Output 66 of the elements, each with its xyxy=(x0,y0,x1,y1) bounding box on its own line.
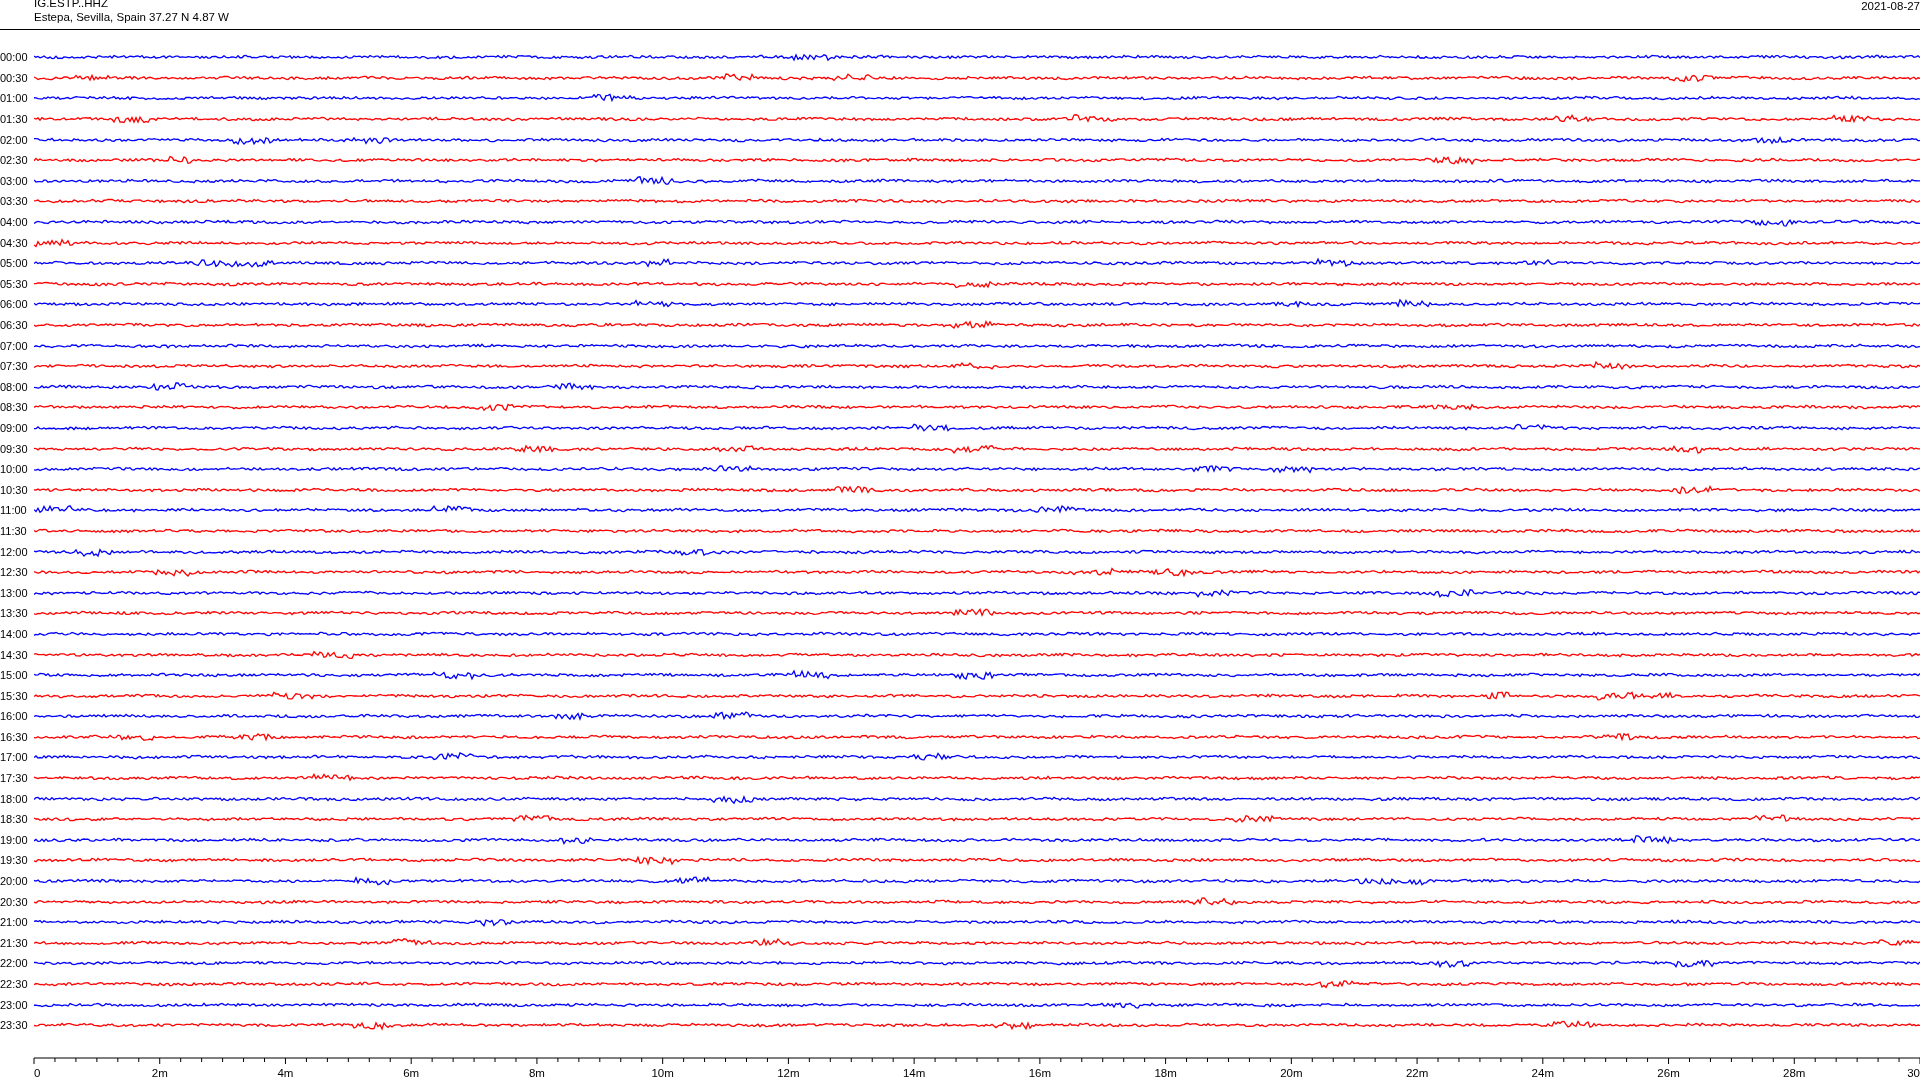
time-label: 16:30 xyxy=(0,730,29,743)
time-label: 08:30 xyxy=(0,401,29,414)
time-label: 17:30 xyxy=(0,772,29,785)
time-label: 18:30 xyxy=(0,813,29,826)
time-label: 18:00 xyxy=(0,792,29,805)
time-label: 06:30 xyxy=(0,319,29,331)
axis-tick-label: 8m xyxy=(528,1066,545,1079)
time-label: 19:30 xyxy=(0,854,29,867)
time-label: 09:30 xyxy=(0,442,29,455)
axis-tick-label: 16m xyxy=(1028,1066,1052,1079)
time-label: 02:30 xyxy=(0,154,29,167)
time-label: 21:30 xyxy=(0,936,29,949)
time-label: 22:30 xyxy=(0,978,29,990)
time-label: 14:00 xyxy=(0,627,29,640)
time-label: 00:00 xyxy=(0,51,29,64)
time-label: 04:00 xyxy=(0,216,29,229)
axis-tick-label: 26m xyxy=(1657,1066,1680,1079)
time-label: 20:30 xyxy=(0,895,29,908)
time-label: 05:00 xyxy=(0,257,29,270)
axis-tick-label: 2m xyxy=(151,1066,168,1079)
time-label: 03:00 xyxy=(0,174,29,187)
axis-tick-label: 4m xyxy=(277,1066,294,1079)
time-label: 02:00 xyxy=(0,133,29,146)
time-label: 11:00 xyxy=(0,504,28,517)
time-label: 04:30 xyxy=(0,236,29,249)
time-label: 06:00 xyxy=(0,298,29,311)
time-label: 19:00 xyxy=(0,833,29,846)
axis-tick-label: 24m xyxy=(1531,1066,1554,1079)
time-label: 09:00 xyxy=(0,422,29,434)
time-label: 15:00 xyxy=(0,669,29,682)
axis-tick-label: 20m xyxy=(1280,1066,1303,1079)
time-label: 01:30 xyxy=(0,113,29,126)
time-label: 10:30 xyxy=(0,483,29,496)
axis-tick-label: 12m xyxy=(777,1066,800,1079)
station-location: Estepa, Sevilla, Spain 37.27 N 4.87 W xyxy=(34,10,229,24)
time-label: 13:00 xyxy=(0,586,29,599)
time-label: 12:00 xyxy=(0,545,29,558)
axis-tick-label: 30 xyxy=(1907,1066,1920,1079)
time-label: 07:30 xyxy=(0,360,29,373)
time-label: 08:00 xyxy=(0,380,29,393)
time-label: 05:30 xyxy=(0,277,29,290)
time-label: 13:30 xyxy=(0,607,29,620)
axis-tick-label: 28m xyxy=(1783,1066,1806,1079)
axis-tick-label: 18m xyxy=(1154,1066,1177,1079)
time-label: 00:30 xyxy=(0,71,29,84)
time-label: 20:00 xyxy=(0,875,29,888)
axis-tick-label: 6m xyxy=(403,1066,420,1079)
date-label: 2021-08-27 xyxy=(1861,0,1920,14)
time-label: 21:00 xyxy=(0,916,29,929)
axis-tick-label: 10m xyxy=(651,1066,674,1079)
time-label: 10:00 xyxy=(0,463,29,476)
time-label: 23:00 xyxy=(0,998,29,1011)
time-label: 23:30 xyxy=(0,1019,29,1032)
time-label: 11:30 xyxy=(0,524,28,537)
time-label: 14:30 xyxy=(0,648,29,661)
time-label: 01:00 xyxy=(0,92,29,105)
time-label: 12:30 xyxy=(0,566,29,579)
time-label: 16:00 xyxy=(0,710,29,723)
axis-tick-label: 0 xyxy=(34,1066,41,1079)
axis-tick-label: 22m xyxy=(1405,1066,1429,1079)
time-label: 07:00 xyxy=(0,339,29,352)
time-label: 17:00 xyxy=(0,751,29,764)
time-label: 22:00 xyxy=(0,957,29,970)
time-label: 15:30 xyxy=(0,689,29,702)
time-label: 03:30 xyxy=(0,195,29,208)
axis-tick-label: 14m xyxy=(902,1066,926,1079)
